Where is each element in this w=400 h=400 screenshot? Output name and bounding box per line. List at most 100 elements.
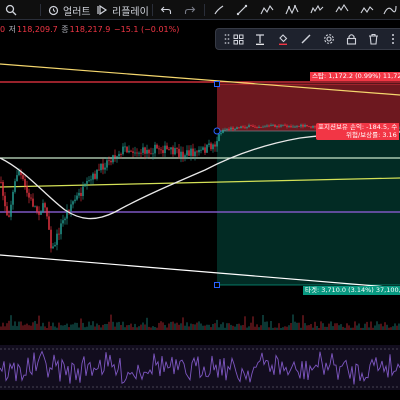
line-width-button[interactable] [297, 30, 315, 48]
candle-body [2, 182, 4, 196]
volume-bar [356, 325, 358, 330]
volume-bar [190, 323, 192, 330]
volume-bar [340, 324, 342, 330]
volume-bar [300, 327, 302, 330]
volume-bar [370, 321, 372, 330]
candle-body [252, 125, 254, 127]
candle-body [126, 146, 128, 153]
volume-bar [24, 324, 26, 330]
candle-body [88, 180, 90, 182]
volume-bar [136, 327, 138, 330]
draw-tool-wave-button[interactable] [310, 0, 324, 20]
alert-button[interactable]: 얼러트 [48, 0, 91, 20]
candle-body [312, 125, 314, 128]
volume-bar [226, 323, 228, 330]
price-chart-canvas[interactable] [0, 0, 400, 400]
candle-body [114, 155, 116, 158]
volume-bar [316, 326, 318, 330]
take-profit-zone[interactable] [217, 131, 400, 285]
candle-body [304, 125, 306, 127]
volume-bar [218, 327, 220, 330]
settings-button[interactable] [320, 30, 338, 48]
candle-body [42, 203, 44, 212]
volume-bar [228, 323, 230, 330]
volume-bar [150, 327, 152, 330]
volume-bar [90, 325, 92, 330]
volume-bar [146, 317, 148, 330]
candle-body [216, 141, 218, 147]
volume-bar [172, 321, 174, 330]
more-options-button[interactable] [384, 30, 400, 48]
volume-bar [60, 325, 62, 330]
volume-bar [48, 321, 50, 330]
templates-button[interactable] [229, 30, 247, 48]
draw-tool-brush-button[interactable] [213, 0, 225, 20]
volume-bar [32, 322, 34, 330]
volume-bar [66, 323, 68, 330]
candle-body [198, 149, 200, 153]
candle-body [258, 127, 260, 128]
volume-bar [346, 323, 348, 330]
volume-bar [362, 327, 364, 330]
curve-icon [383, 5, 397, 15]
volume-bar [358, 323, 360, 330]
text-tool-button[interactable] [251, 30, 269, 48]
volume-bar [256, 324, 258, 330]
candle-body [144, 147, 146, 154]
fill-color-button[interactable] [274, 30, 292, 48]
candle-body [68, 210, 70, 212]
candle-body [82, 186, 84, 196]
candle-body [74, 199, 76, 202]
candle-body [202, 147, 204, 150]
candle-body [4, 195, 6, 207]
volume-bar [208, 324, 210, 330]
lock-button[interactable] [342, 30, 360, 48]
candle-body [306, 125, 308, 127]
volume-bar [368, 327, 370, 330]
volume-bar [330, 321, 332, 330]
volume-bar [354, 321, 356, 330]
volume-bar [194, 324, 196, 330]
volume-bar [176, 322, 178, 330]
undo-button[interactable] [160, 0, 172, 20]
replay-button[interactable]: 리플레이 [96, 0, 149, 20]
draw-tool-cycle-button[interactable] [360, 0, 374, 20]
volume-bar [278, 323, 280, 330]
volume-bar [348, 325, 350, 330]
draw-tool-more-button[interactable] [383, 0, 397, 20]
position-stop-handle[interactable] [214, 81, 220, 87]
position-target-handle[interactable] [214, 282, 220, 288]
candle-body [246, 127, 248, 128]
search-button[interactable] [5, 0, 17, 20]
volume-bar [294, 321, 296, 330]
low-value: 118,209.7 [17, 25, 58, 34]
redo-button[interactable] [184, 0, 196, 20]
candle-body [240, 126, 242, 129]
draw-tool-pattern-button[interactable] [285, 0, 299, 20]
draw-tool-zigzag-button[interactable] [260, 0, 274, 20]
volume-bar [92, 321, 94, 330]
candle-body [12, 191, 14, 205]
candle-body [160, 149, 162, 151]
delete-button[interactable] [364, 30, 382, 48]
volume-bar [262, 315, 264, 330]
volume-bar [186, 322, 188, 330]
grid-icon [233, 34, 243, 44]
volume-bar [258, 327, 260, 330]
volume-bar [384, 322, 386, 330]
draw-tool-elliott-button[interactable] [335, 0, 349, 20]
volume-bar [140, 324, 142, 330]
candle-body [224, 129, 226, 131]
candle-body [32, 198, 34, 207]
candle-body [0, 182, 2, 183]
brush-icon [214, 5, 224, 15]
volume-bar [244, 316, 246, 330]
candle-body [96, 169, 98, 179]
volume-bar [78, 327, 80, 330]
volume-bar [22, 325, 24, 330]
draw-tool-line-button[interactable] [236, 0, 248, 20]
volume-bar [38, 315, 40, 330]
position-entry-handle[interactable] [213, 127, 221, 135]
volume-bar [286, 326, 288, 330]
volume-bar [114, 326, 116, 330]
